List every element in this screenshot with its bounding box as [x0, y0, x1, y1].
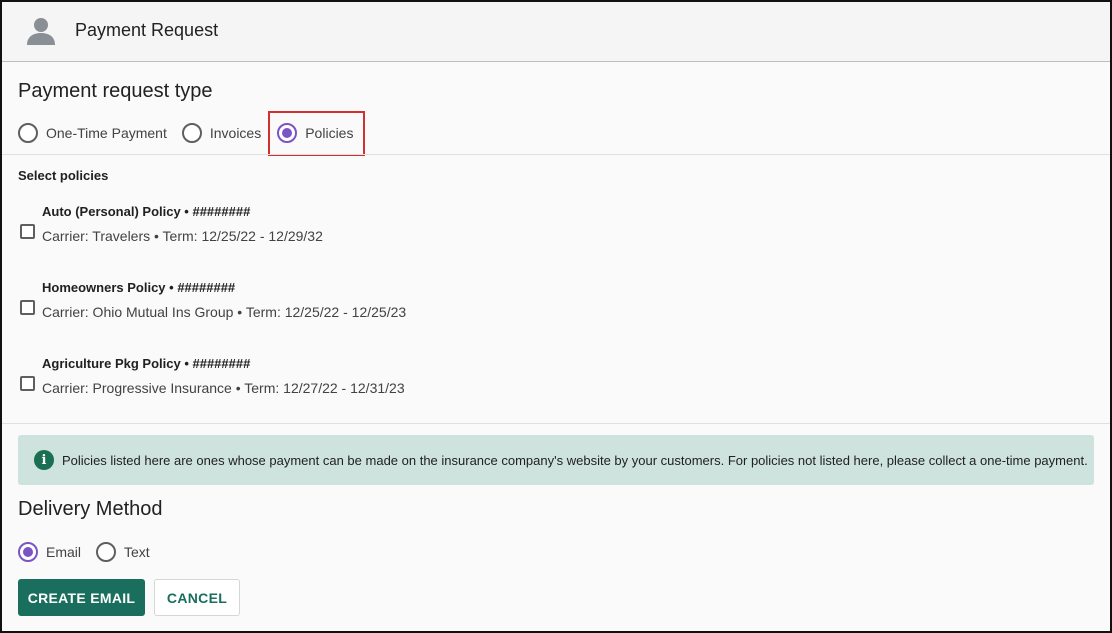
info-text: Policies listed here are ones whose paym…	[62, 452, 1088, 468]
request-type-heading: Payment request type	[18, 80, 213, 102]
cancel-button[interactable]: CANCEL	[154, 579, 240, 616]
radio-label: Text	[124, 544, 150, 560]
delivery-radio-group: Email Text	[18, 538, 150, 566]
policy-checkbox[interactable]	[20, 224, 35, 239]
divider	[2, 423, 1110, 424]
radio-email[interactable]: Email	[18, 542, 81, 562]
person-icon	[27, 18, 55, 45]
policy-item: Homeowners Policy • ######## Carrier: Oh…	[18, 280, 718, 330]
payment-request-panel: Payment Request Payment request type One…	[0, 0, 1112, 633]
policy-title: Agriculture Pkg Policy • ########	[42, 356, 251, 371]
policy-checkbox[interactable]	[20, 376, 35, 391]
radio-invoices[interactable]: Invoices	[181, 123, 262, 143]
policy-checkbox[interactable]	[20, 300, 35, 315]
panel-header: Payment Request	[2, 2, 1110, 62]
select-policies-heading: Select policies	[18, 168, 109, 183]
delivery-method-heading: Delivery Method	[18, 498, 163, 520]
radio-label: Email	[46, 544, 82, 560]
create-email-button[interactable]: CREATE EMAIL	[18, 579, 145, 616]
info-icon: i	[34, 450, 54, 470]
radio-button[interactable]	[181, 123, 202, 143]
policy-title: Homeowners Policy • ########	[42, 280, 236, 295]
policy-item: Auto (Personal) Policy • ######## Carrie…	[18, 204, 718, 254]
radio-button[interactable]	[18, 123, 38, 143]
policy-detail: Carrier: Progressive Insurance • Term: 1…	[42, 380, 405, 396]
page-title: Payment Request	[75, 20, 219, 40]
policy-item: Agriculture Pkg Policy • ######## Carrie…	[18, 356, 718, 406]
info-banner: i Policies listed here are ones whose pa…	[18, 435, 1094, 485]
radio-text[interactable]: Text	[96, 542, 150, 562]
radio-button-checked[interactable]	[18, 542, 38, 562]
policy-detail: Carrier: Ohio Mutual Ins Group • Term: 1…	[42, 304, 407, 320]
radio-label: Invoices	[209, 125, 262, 141]
divider	[2, 154, 1110, 155]
policy-detail: Carrier: Travelers • Term: 12/25/22 - 12…	[42, 228, 323, 244]
radio-label: One-Time Payment	[46, 125, 167, 141]
radio-one-time-payment[interactable]: One-Time Payment	[18, 123, 167, 143]
policy-title: Auto (Personal) Policy • ########	[42, 204, 251, 219]
selection-highlight-box	[268, 111, 365, 156]
radio-button[interactable]	[96, 542, 117, 562]
